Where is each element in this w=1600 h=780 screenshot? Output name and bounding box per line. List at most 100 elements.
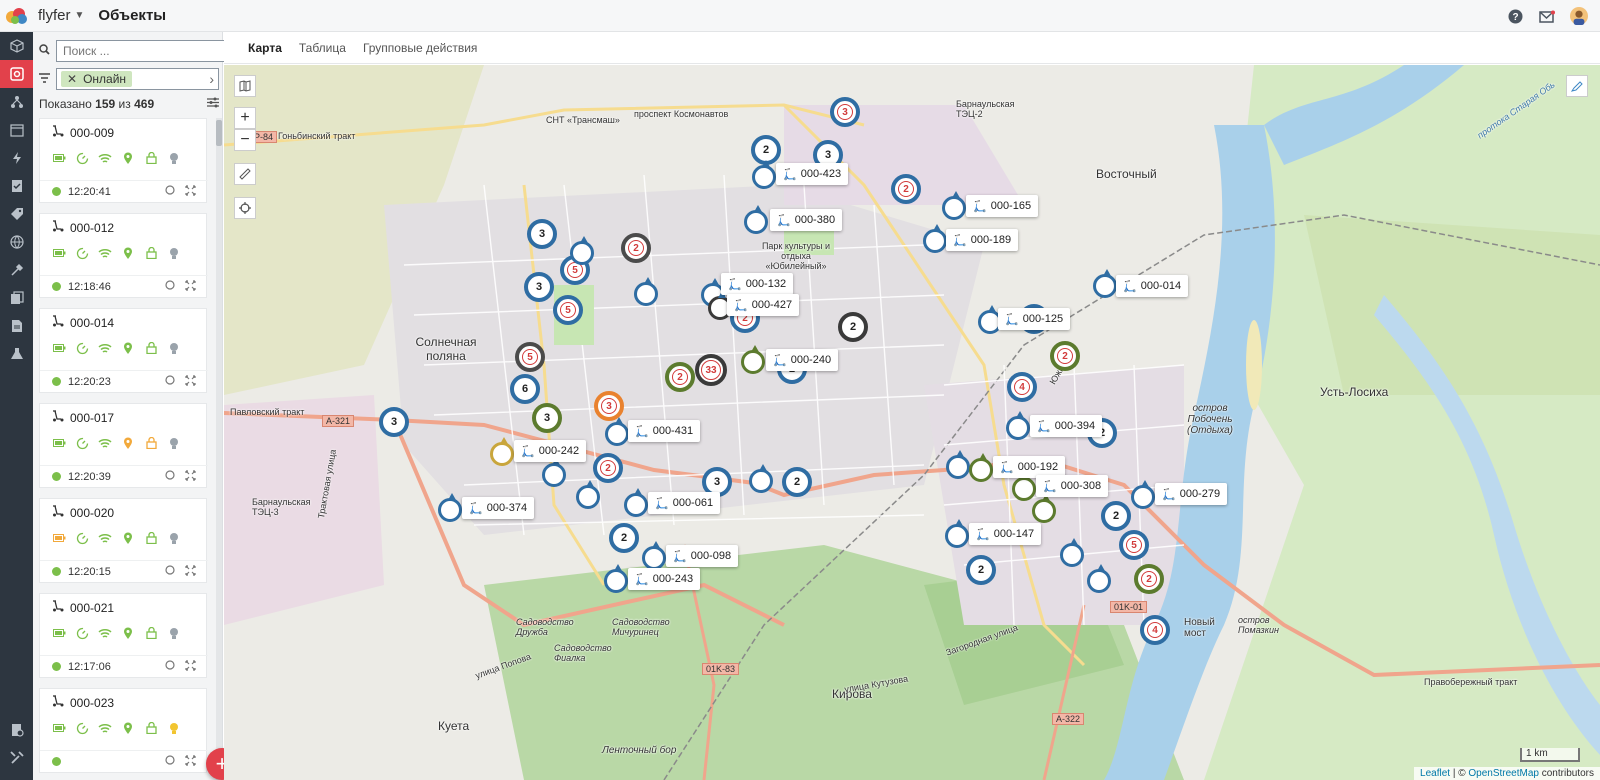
- object-pin[interactable]: [604, 564, 628, 593]
- object-card[interactable]: 000-009 12:20:41: [39, 118, 208, 203]
- cluster-marker[interactable]: 2: [609, 523, 639, 553]
- object-pin[interactable]: [642, 541, 666, 570]
- object-label[interactable]: 🛴 000-189: [946, 229, 1019, 251]
- expand-icon[interactable]: [185, 754, 196, 769]
- expand-icon[interactable]: [185, 469, 196, 484]
- cluster-marker[interactable]: 2: [1050, 341, 1080, 371]
- cluster-marker[interactable]: 5: [515, 342, 545, 372]
- object-label[interactable]: 🛴 000-242: [514, 440, 587, 462]
- rail-cube[interactable]: [0, 32, 33, 60]
- object-pin[interactable]: [542, 458, 566, 487]
- object-pin[interactable]: [1087, 564, 1111, 593]
- cluster-marker[interactable]: 2: [665, 362, 695, 392]
- layers-control[interactable]: [234, 75, 256, 97]
- rail-wrench[interactable]: [0, 744, 33, 772]
- zoom-in-button[interactable]: +: [234, 107, 256, 129]
- expand-icon[interactable]: [185, 659, 196, 674]
- flyfer-logo-icon[interactable]: [0, 0, 34, 32]
- rail-settings-doc[interactable]: [0, 716, 33, 744]
- circle-icon[interactable]: [165, 565, 175, 578]
- expand-icon[interactable]: [185, 374, 196, 389]
- circle-icon[interactable]: [165, 470, 175, 483]
- object-label[interactable]: 🛴 000-380: [770, 209, 843, 231]
- object-card[interactable]: 000-021 12:17:06: [39, 593, 208, 678]
- cluster-marker[interactable]: 2: [1101, 501, 1131, 531]
- object-pin[interactable]: [1012, 472, 1036, 501]
- object-label[interactable]: 🛴 000-147: [969, 523, 1042, 545]
- rail-tag[interactable]: [0, 200, 33, 228]
- cluster-marker[interactable]: 33: [695, 354, 727, 386]
- object-card[interactable]: 000-017 12:20:39: [39, 403, 208, 488]
- cluster-marker[interactable]: 2: [593, 453, 623, 483]
- cluster-marker[interactable]: 2: [621, 233, 651, 263]
- object-label[interactable]: 🛴 000-243: [628, 568, 701, 590]
- object-pin[interactable]: [1032, 494, 1056, 523]
- tab-table[interactable]: Таблица: [299, 41, 346, 55]
- cluster-marker[interactable]: 3: [527, 219, 557, 249]
- object-label[interactable]: 🛴 000-431: [628, 420, 701, 442]
- rail-bolt[interactable]: [0, 144, 33, 172]
- cluster-marker[interactable]: 5: [1119, 530, 1149, 560]
- cluster-marker[interactable]: 2: [782, 467, 812, 497]
- expand-icon[interactable]: [185, 564, 196, 579]
- object-pin[interactable]: [969, 453, 993, 482]
- filter-field[interactable]: ✕ Онлайн ›: [56, 68, 219, 90]
- osm-link[interactable]: OpenStreetMap: [1468, 768, 1539, 779]
- filter-icon[interactable]: [39, 72, 50, 86]
- object-label[interactable]: 🛴 000-427: [727, 294, 800, 316]
- object-pin[interactable]: [741, 345, 765, 374]
- circle-icon[interactable]: [165, 660, 175, 673]
- list-scrollbar[interactable]: [216, 118, 222, 780]
- object-card[interactable]: 000-012 12:18:46: [39, 213, 208, 298]
- cluster-marker[interactable]: 3: [830, 97, 860, 127]
- map-view[interactable]: Восточный Солнечная поляна Усть-Лосиха К…: [224, 65, 1600, 780]
- rail-document[interactable]: [0, 312, 33, 340]
- object-label[interactable]: 🛴 000-165: [966, 195, 1039, 217]
- circle-icon[interactable]: [165, 755, 175, 768]
- cluster-marker[interactable]: 2: [891, 174, 921, 204]
- rail-hierarchy[interactable]: [0, 88, 33, 116]
- brand-switcher[interactable]: flyfer ▼: [38, 7, 84, 24]
- ruler-control[interactable]: [234, 163, 256, 185]
- object-pin[interactable]: [1093, 269, 1117, 298]
- object-pin[interactable]: [624, 488, 648, 517]
- help-icon[interactable]: ?: [1506, 7, 1524, 25]
- locate-control[interactable]: [234, 197, 256, 219]
- object-pin[interactable]: [946, 450, 970, 479]
- object-pin[interactable]: [752, 160, 776, 189]
- leaflet-link[interactable]: Leaflet: [1420, 768, 1450, 779]
- rail-objects[interactable]: [0, 60, 33, 88]
- rail-globe[interactable]: [0, 228, 33, 256]
- object-label[interactable]: 🛴 000-394: [1030, 415, 1103, 437]
- cluster-marker[interactable]: 4: [1007, 372, 1037, 402]
- object-pin[interactable]: [1131, 480, 1155, 509]
- cluster-marker[interactable]: 5: [553, 295, 583, 325]
- object-pin[interactable]: [634, 277, 658, 306]
- rail-tools[interactable]: [0, 256, 33, 284]
- chevron-right-icon[interactable]: ›: [209, 71, 214, 87]
- object-pin[interactable]: [749, 464, 773, 493]
- rail-checklist[interactable]: [0, 172, 33, 200]
- object-pin[interactable]: [1006, 411, 1030, 440]
- tab-group-actions[interactable]: Групповые действия: [363, 41, 478, 55]
- object-pin[interactable]: [1060, 538, 1084, 567]
- circle-icon[interactable]: [165, 280, 175, 293]
- cluster-marker[interactable]: 3: [524, 272, 554, 302]
- object-label[interactable]: 🛴 000-014: [1116, 275, 1189, 297]
- expand-icon[interactable]: [185, 279, 196, 294]
- object-pin[interactable]: [605, 417, 629, 446]
- object-card[interactable]: 000-014 12:20:23: [39, 308, 208, 393]
- expand-icon[interactable]: [185, 184, 196, 199]
- object-pin[interactable]: [570, 236, 594, 265]
- object-label[interactable]: 🛴 000-308: [1036, 475, 1109, 497]
- object-label[interactable]: 🛴 000-374: [462, 497, 535, 519]
- cluster-marker[interactable]: 2: [1134, 564, 1164, 594]
- user-avatar-icon[interactable]: [1570, 7, 1588, 25]
- object-label[interactable]: 🛴 000-240: [766, 349, 839, 371]
- tab-map[interactable]: Карта: [248, 41, 282, 55]
- object-label[interactable]: 🛴 000-125: [998, 308, 1071, 330]
- object-label[interactable]: 🛴 000-098: [666, 545, 739, 567]
- object-label[interactable]: 🛴 000-423: [776, 163, 849, 185]
- rail-flask[interactable]: [0, 340, 33, 368]
- scrollbar-thumb[interactable]: [216, 120, 222, 146]
